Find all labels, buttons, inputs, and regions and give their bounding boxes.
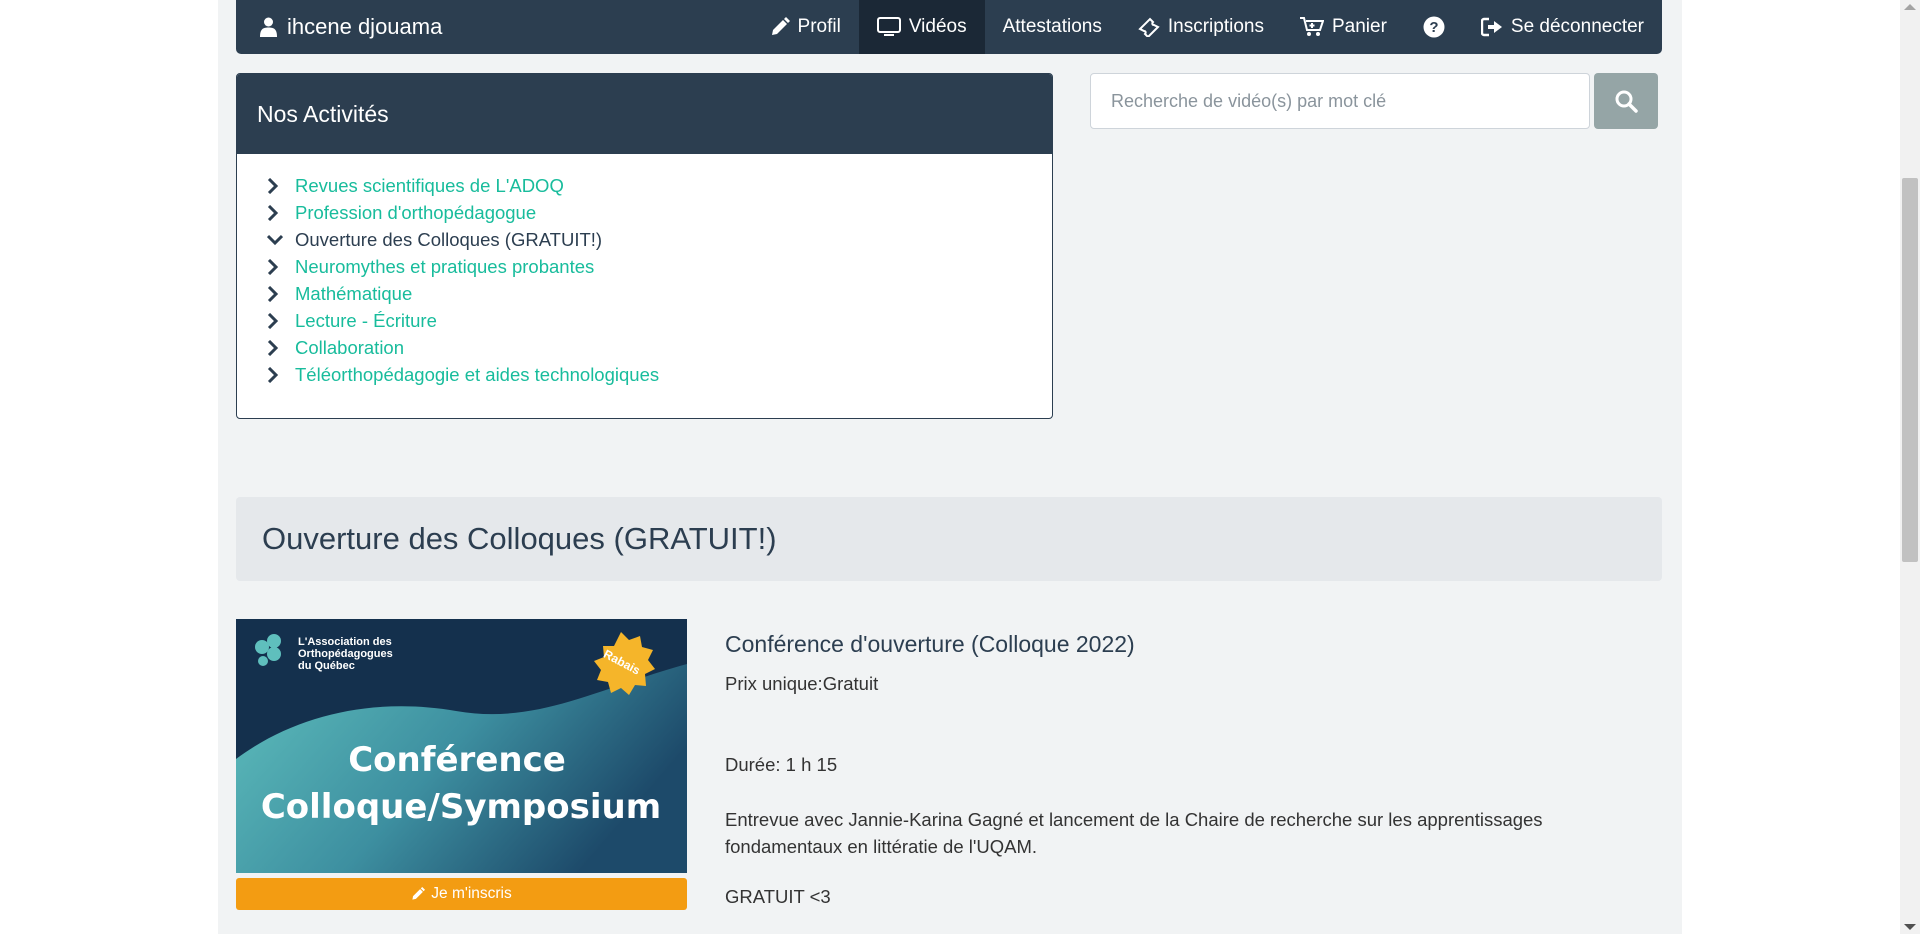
activity-item[interactable]: Profession d'orthopédagogue bbox=[267, 199, 1052, 226]
chevron-down-icon bbox=[267, 234, 289, 246]
pencil-icon bbox=[770, 17, 790, 37]
thumb-org-line1: L'Association des bbox=[298, 636, 392, 648]
chevron-right-icon bbox=[267, 366, 289, 383]
user-name: ihcene djouama bbox=[287, 14, 443, 39]
nav-items: Profil Vidéos Attestations Inscriptions … bbox=[752, 0, 1662, 54]
activity-item[interactable]: Lecture - Écriture bbox=[267, 307, 1052, 334]
chevron-right-icon bbox=[267, 339, 289, 356]
search-input[interactable] bbox=[1090, 73, 1590, 129]
thumb-headline-2: Colloque/Symposium bbox=[261, 787, 661, 827]
chevron-right-icon bbox=[267, 204, 289, 221]
video-price: Prix unique:Gratuit bbox=[725, 673, 879, 694]
activity-item-open[interactable]: Ouverture des Colloques (GRATUIT!) bbox=[267, 226, 1052, 253]
activity-item[interactable]: Neuromythes et pratiques probantes bbox=[267, 253, 1052, 280]
help-icon: ? bbox=[1423, 16, 1445, 38]
section-title: Ouverture des Colloques (GRATUIT!) bbox=[236, 497, 1662, 581]
cart-icon bbox=[1299, 17, 1324, 37]
scroll-up-icon[interactable] bbox=[1904, 4, 1916, 10]
activity-item[interactable]: Collaboration bbox=[267, 334, 1052, 361]
monitor-icon bbox=[876, 17, 901, 37]
nav-panier[interactable]: Panier bbox=[1282, 0, 1405, 54]
svg-text:?: ? bbox=[1429, 19, 1438, 36]
chevron-right-icon bbox=[267, 285, 289, 302]
page-scrollbar[interactable] bbox=[1900, 0, 1920, 934]
search-button[interactable] bbox=[1594, 73, 1658, 129]
scrollbar-thumb[interactable] bbox=[1902, 178, 1918, 562]
nav-help[interactable]: ? bbox=[1405, 0, 1463, 54]
video-thumbnail[interactable]: L'Association des Orthopédagogues du Qué… bbox=[236, 619, 687, 873]
video-title: Conférence d'ouverture (Colloque 2022) bbox=[725, 631, 1135, 657]
nav-logout[interactable]: Se déconnecter bbox=[1463, 0, 1662, 54]
top-navbar: ihcene djouama Profil Vidéos Attestation… bbox=[236, 0, 1662, 54]
thumb-org-line3: du Québec bbox=[298, 660, 355, 672]
chevron-right-icon bbox=[267, 258, 289, 275]
nav-inscriptions[interactable]: Inscriptions bbox=[1120, 0, 1282, 54]
ticket-icon bbox=[1138, 17, 1160, 37]
video-note: GRATUIT <3 bbox=[725, 886, 831, 907]
chevron-right-icon bbox=[267, 312, 289, 329]
activity-item[interactable]: Téléorthopédagogie et aides technologiqu… bbox=[267, 361, 1052, 388]
scroll-down-icon[interactable] bbox=[1904, 924, 1916, 930]
activity-item[interactable]: Mathématique bbox=[267, 280, 1052, 307]
activities-title: Nos Activités bbox=[237, 74, 1052, 154]
nav-profil[interactable]: Profil bbox=[752, 0, 859, 54]
user-menu[interactable]: ihcene djouama bbox=[260, 0, 442, 54]
pencil-icon bbox=[411, 887, 426, 901]
chevron-right-icon bbox=[267, 177, 289, 194]
nav-attestations[interactable]: Attestations bbox=[985, 0, 1120, 54]
thumb-org-line2: Orthopédagogues bbox=[298, 648, 393, 660]
video-description: Entrevue avec Jannie-Karina Gagné et lan… bbox=[725, 809, 1543, 857]
nav-videos[interactable]: Vidéos bbox=[858, 0, 985, 54]
video-duration: Durée: 1 h 15 bbox=[725, 754, 838, 775]
thumb-headline-1: Conférence bbox=[348, 740, 566, 780]
register-button[interactable]: Je m'inscris bbox=[236, 878, 687, 910]
activities-panel: Nos Activités Revues scientifiques de L'… bbox=[236, 73, 1053, 419]
activities-list: Revues scientifiques de L'ADOQ Professio… bbox=[237, 154, 1052, 388]
search-icon bbox=[1614, 89, 1638, 113]
user-icon bbox=[260, 17, 277, 37]
activity-item[interactable]: Revues scientifiques de L'ADOQ bbox=[267, 172, 1052, 199]
logout-icon bbox=[1480, 17, 1503, 37]
